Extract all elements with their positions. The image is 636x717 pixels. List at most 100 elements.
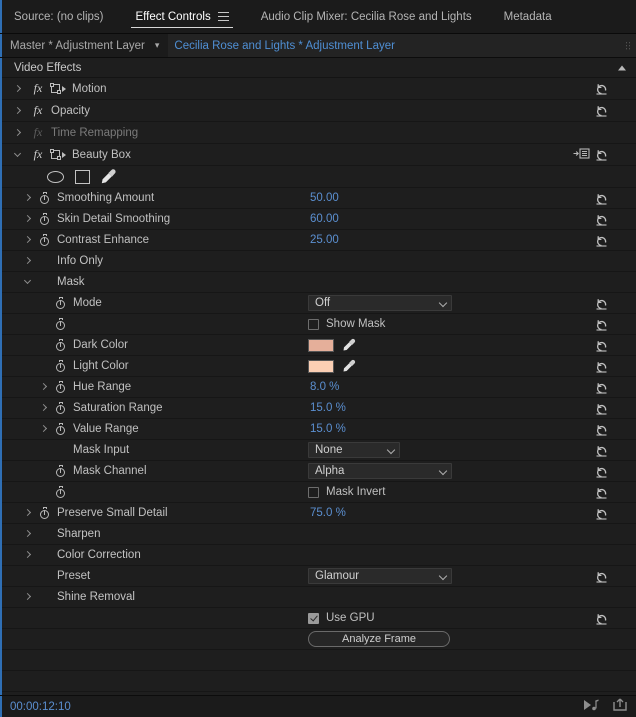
parameter-row-color-correction[interactable]: Color Correction — [2, 545, 636, 566]
reset-parameter-icon[interactable] — [595, 360, 608, 373]
timecode-display[interactable]: 00:00:12:10 — [10, 701, 71, 713]
disclosure-triangle-icon[interactable] — [24, 551, 33, 560]
parameter-row-hue-range[interactable]: Hue Range 8.0 % — [2, 377, 636, 398]
disclosure-triangle-icon[interactable] — [24, 194, 33, 203]
color-swatch-dark-color[interactable] — [308, 338, 334, 352]
eyedropper-icon[interactable] — [342, 338, 356, 352]
transform-icon[interactable] — [50, 149, 66, 160]
reset-parameter-icon[interactable] — [595, 402, 608, 415]
render-target-icon[interactable] — [573, 147, 590, 162]
parameter-row-mask[interactable]: Mask — [2, 272, 636, 293]
dropdown-mask-channel[interactable]: AlphaRedGreenBlueLuminance — [308, 463, 452, 479]
keyframe-stopwatch-icon[interactable] — [39, 192, 51, 204]
disclosure-triangle-icon[interactable] — [24, 215, 33, 224]
breadcrumb-master[interactable]: Master * Adjustment Layer — [10, 40, 145, 52]
export-frame-icon[interactable] — [613, 698, 628, 716]
parameter-row-contrast-enhance[interactable]: Contrast Enhance 25.00 — [2, 230, 636, 251]
keyframe-stopwatch-icon[interactable] — [55, 297, 67, 309]
reset-parameter-icon[interactable] — [595, 381, 608, 394]
disclosure-triangle-icon[interactable] — [24, 257, 33, 266]
reset-parameter-icon[interactable] — [595, 339, 608, 352]
fx-toggle-icon[interactable]: fx — [31, 81, 45, 96]
analyze-frame-button[interactable]: Analyze Frame — [308, 631, 450, 647]
effect-row-motion[interactable]: fx Motion — [2, 78, 636, 100]
disclosure-triangle-icon[interactable] — [14, 150, 23, 159]
disclosure-triangle-icon[interactable] — [14, 128, 23, 137]
parameter-row-saturation-range[interactable]: Saturation Range 15.0 % — [2, 398, 636, 419]
dropdown-preset[interactable]: GlamourNaturalCustom — [308, 568, 452, 584]
dropdown-mask-input[interactable]: None — [308, 442, 400, 458]
parameter-value[interactable]: 8.0 % — [310, 381, 339, 393]
panel-resize-grip[interactable] — [625, 41, 630, 50]
parameter-row-light-color[interactable]: Light Color — [2, 356, 636, 377]
reset-parameter-icon[interactable] — [595, 570, 608, 583]
parameter-row-use-gpu[interactable]: Use GPU — [2, 608, 636, 629]
checkbox-show-mask[interactable] — [308, 318, 319, 330]
pen-tool-icon[interactable] — [101, 169, 117, 184]
ellipse-tool-icon[interactable] — [47, 170, 64, 183]
reset-parameter-icon[interactable] — [595, 82, 608, 95]
dropdown-mode[interactable]: OffOn — [308, 295, 452, 311]
play-audio-icon[interactable] — [584, 698, 599, 716]
color-swatch-light-color[interactable] — [308, 359, 334, 373]
tab-effect-controls[interactable]: Effect Controls — [119, 0, 244, 33]
parameter-row-show-mask[interactable]: Show Mask — [2, 314, 636, 335]
reset-parameter-icon[interactable] — [595, 423, 608, 436]
reset-parameter-icon[interactable] — [595, 148, 608, 161]
keyframe-stopwatch-icon[interactable] — [55, 381, 67, 393]
reset-parameter-icon[interactable] — [595, 507, 608, 520]
parameter-row-sharpen[interactable]: Sharpen — [2, 524, 636, 545]
eyedropper-icon[interactable] — [342, 359, 356, 373]
parameter-row-analyze-frame[interactable]: Analyze Frame — [2, 629, 636, 650]
keyframe-stopwatch-icon[interactable] — [55, 402, 67, 414]
parameter-row-preset[interactable]: Preset GlamourNaturalCustom — [2, 566, 636, 587]
disclosure-triangle-icon[interactable] — [40, 383, 49, 392]
disclosure-triangle-icon[interactable] — [24, 509, 33, 518]
rectangle-tool-icon[interactable] — [75, 169, 90, 184]
parameter-value[interactable]: 75.0 % — [310, 507, 346, 519]
keyframe-stopwatch-icon[interactable] — [55, 360, 67, 372]
disclosure-triangle-icon[interactable] — [40, 425, 49, 434]
tab-source[interactable]: Source: (no clips) — [0, 0, 119, 33]
disclosure-triangle-icon[interactable] — [24, 593, 33, 602]
parameter-row-value-range[interactable]: Value Range 15.0 % — [2, 419, 636, 440]
fx-toggle-icon[interactable]: fx — [31, 125, 45, 140]
transform-icon[interactable] — [50, 83, 66, 94]
reset-parameter-icon[interactable] — [595, 104, 608, 117]
keyframe-stopwatch-icon[interactable] — [55, 465, 67, 477]
tab-audio-clip-mixer[interactable]: Audio Clip Mixer: Cecilia Rose and Light… — [245, 0, 488, 33]
reset-parameter-icon[interactable] — [595, 444, 608, 457]
parameter-row-dark-color[interactable]: Dark Color — [2, 335, 636, 356]
effect-row-time-remapping[interactable]: fx Time Remapping — [2, 122, 636, 144]
checkbox-use-gpu[interactable] — [308, 612, 319, 624]
disclosure-triangle-icon[interactable] — [40, 404, 49, 413]
keyframe-stopwatch-icon[interactable] — [39, 213, 51, 225]
parameter-row-mask-input[interactable]: Mask Input None — [2, 440, 636, 461]
keyframe-stopwatch-icon[interactable] — [39, 507, 51, 519]
fx-toggle-icon[interactable]: fx — [31, 103, 45, 118]
disclosure-triangle-icon[interactable] — [24, 236, 33, 245]
parameter-value[interactable]: 15.0 % — [310, 423, 346, 435]
reset-parameter-icon[interactable] — [595, 192, 608, 205]
disclosure-triangle-icon[interactable] — [14, 106, 23, 115]
effect-row-beauty-box[interactable]: fx Beauty Box — [2, 144, 636, 166]
parameter-row-preserve-small-detail[interactable]: Preserve Small Detail 75.0 % — [2, 503, 636, 524]
reset-parameter-icon[interactable] — [595, 234, 608, 247]
effect-row-opacity[interactable]: fx Opacity — [2, 100, 636, 122]
chevron-down-icon[interactable]: ▾ — [155, 41, 160, 50]
reset-parameter-icon[interactable] — [595, 297, 608, 310]
keyframe-stopwatch-icon[interactable] — [55, 339, 67, 351]
parameter-value[interactable]: 60.00 — [310, 213, 339, 225]
parameter-row-mask-invert[interactable]: Mask Invert — [2, 482, 636, 503]
parameter-row-shine-removal[interactable]: Shine Removal — [2, 587, 636, 608]
video-effects-section-header[interactable]: Video Effects — [2, 58, 636, 78]
checkbox-mask-invert[interactable] — [308, 486, 319, 498]
reset-parameter-icon[interactable] — [595, 213, 608, 226]
reset-parameter-icon[interactable] — [595, 465, 608, 478]
reset-parameter-icon[interactable] — [595, 318, 608, 331]
parameter-row-mode[interactable]: Mode OffOn — [2, 293, 636, 314]
keyframe-stopwatch-icon[interactable] — [55, 486, 67, 498]
keyframe-stopwatch-icon[interactable] — [55, 423, 67, 435]
reset-parameter-icon[interactable] — [595, 486, 608, 499]
panel-menu-icon[interactable] — [217, 11, 229, 22]
